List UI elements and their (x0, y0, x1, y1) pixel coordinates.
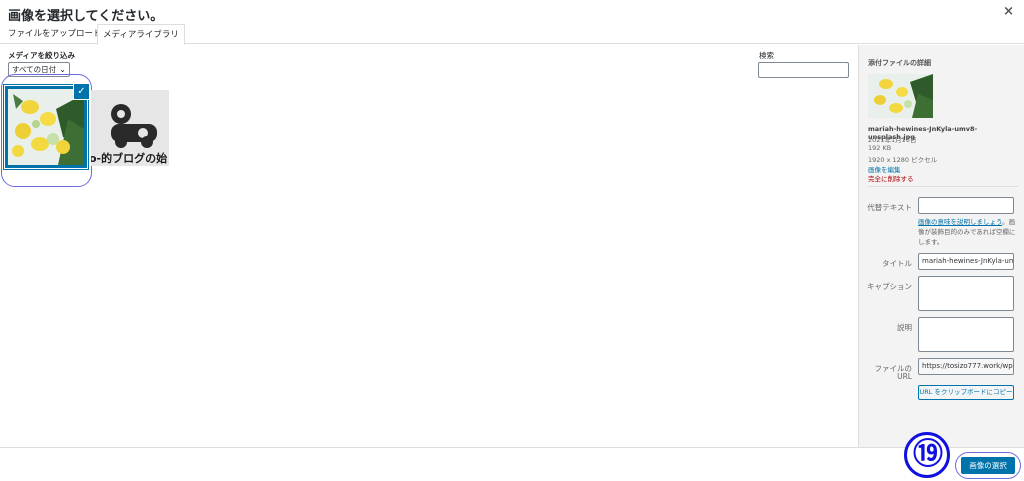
blog-logo-text: o-的ブログの始 (91, 151, 167, 165)
details-heading: 添付ファイルの詳細 (868, 59, 931, 67)
tab-upload[interactable]: ファイルをアップロード (3, 24, 107, 45)
details-size: 192 KB (868, 144, 892, 152)
caption-field[interactable] (918, 276, 1014, 311)
annotation-highlight (1, 74, 92, 187)
copy-url-button[interactable]: URL をクリップボードにコピー (918, 385, 1014, 400)
search-input[interactable] (758, 62, 849, 78)
title-field[interactable]: mariah-hewines-JnKyla-um (918, 253, 1014, 270)
file-url-label-2: URL (897, 372, 912, 381)
tab-bar: ファイルをアップロード メディアライブラリ (0, 24, 1024, 45)
media-thumbnail-blog-logo[interactable]: o-的ブログの始 (91, 90, 169, 166)
date-filter-value: すべての日付 (12, 65, 57, 74)
title-label: タイトル (882, 259, 912, 268)
alt-text-field[interactable] (918, 197, 1014, 214)
details-dimensions: 1920 x 1280 ピクセル (868, 156, 938, 164)
close-icon[interactable]: × (1003, 4, 1014, 19)
divider (868, 186, 1018, 187)
file-url-field[interactable]: https://tosizo777.work/wp- (918, 358, 1014, 375)
alt-text-help-link[interactable]: 画像の意味を説明しましょう (918, 218, 1002, 226)
caption-label: キャプション (867, 282, 912, 291)
details-date: 2021年1月15日 (868, 136, 917, 144)
alt-text-help: 画像の意味を説明しましょう。画像が装飾目的のみであれば空欄にします。 (918, 217, 1018, 247)
blog-logo-image: o-的ブログの始 (91, 90, 169, 166)
modal-title: 画像を選択してください。 (8, 9, 164, 24)
modal-footer (0, 447, 1024, 481)
filter-label: メディアを絞り込み (8, 51, 75, 60)
details-lemons-image (868, 74, 933, 118)
search-label: 検索 (759, 51, 774, 60)
delete-permanently-link[interactable]: 完全に削除する (868, 173, 914, 183)
details-thumbnail (868, 74, 933, 118)
step-number-badge: ⑲ (904, 432, 950, 478)
attachment-details-sidebar: 添付ファイルの詳細 mariah-hewines-JnKyla-umv8-uns… (858, 45, 1024, 447)
tab-media-library[interactable]: メディアライブラリ (97, 24, 185, 45)
description-label: 説明 (897, 323, 912, 332)
description-field[interactable] (918, 317, 1014, 352)
select-image-button[interactable]: 画像の選択 (961, 457, 1015, 474)
alt-text-label: 代替テキスト (867, 203, 912, 212)
